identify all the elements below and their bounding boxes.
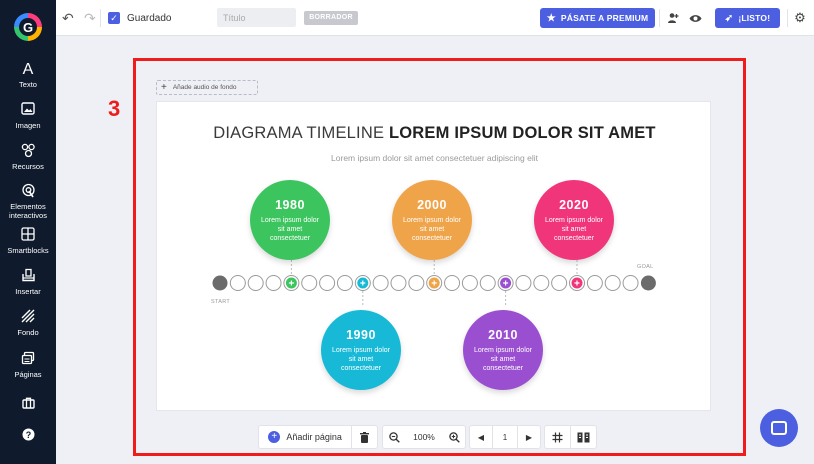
chat-button[interactable]	[760, 409, 798, 447]
page-actions-bar: + Añadir página	[258, 425, 378, 449]
undo-icon: ↶	[62, 9, 74, 26]
redo-icon: ↷	[84, 9, 96, 26]
sidebar-item-label: Fondo	[17, 328, 39, 337]
premium-button[interactable]: ★ PÁSATE A PREMIUM	[540, 8, 655, 28]
pages-icon	[0, 351, 56, 369]
sidebar-item-help[interactable]: ?	[0, 428, 56, 446]
arrow-left-icon: ◀	[477, 432, 485, 442]
page-number: 1	[502, 432, 508, 442]
divider	[787, 9, 788, 27]
help-icon: ?	[0, 428, 56, 446]
chat-icon	[771, 421, 787, 435]
undo-button[interactable]: ↶	[62, 0, 74, 36]
divider	[659, 9, 660, 27]
add-user-icon	[668, 13, 679, 23]
grid-toggle-button[interactable]	[545, 425, 570, 449]
grid-icon	[552, 432, 563, 442]
add-page-button[interactable]: + Añadir página	[259, 425, 351, 449]
sidebar-item-label: Recursos	[12, 162, 44, 171]
zoom-in-icon	[448, 431, 460, 443]
ready-button[interactable]: ➶ ¡LISTO!	[715, 8, 780, 28]
share-user-button[interactable]	[665, 0, 681, 36]
sidebar-item-label: Páginas	[14, 370, 42, 379]
divider	[100, 9, 101, 27]
eye-icon	[689, 14, 701, 22]
sidebar-item-label: Smartblocks	[7, 246, 49, 255]
logo-mark: G	[23, 20, 34, 35]
title-input[interactable]	[217, 8, 296, 27]
smartblocks-icon	[0, 227, 56, 245]
image-icon	[0, 102, 56, 120]
ready-label: ¡LISTO!	[738, 13, 771, 23]
sidebar-item-interactive[interactable]: Elementos interactivos	[0, 183, 56, 220]
zoom-level: 100%	[413, 432, 435, 442]
sidebar: G A Texto Imagen Recursos Elementos inte…	[0, 0, 56, 464]
preview-button[interactable]	[687, 0, 703, 36]
zoom-bar: 100%	[382, 425, 466, 449]
view-options-bar	[544, 425, 597, 449]
sidebar-item-label: Imagen	[15, 121, 41, 130]
settings-button[interactable]: ⚙	[792, 0, 808, 36]
insert-icon	[0, 268, 56, 286]
sidebar-item-smartblocks[interactable]: Smartblocks	[0, 227, 56, 255]
sidebar-item-label: Insertar	[15, 287, 41, 296]
add-icon: +	[268, 431, 281, 443]
sidebar-item-background[interactable]: Fondo	[0, 309, 56, 337]
sidebar-item-briefcase[interactable]	[0, 396, 56, 414]
sidebar-item-text[interactable]: A Texto	[0, 61, 56, 89]
background-icon	[0, 309, 56, 327]
save-status: ✓ Guardado	[108, 0, 171, 36]
star-icon: ★	[546, 12, 556, 24]
briefcase-icon	[0, 396, 56, 414]
columns-icon	[577, 432, 590, 442]
premium-label: PÁSATE A PREMIUM	[560, 13, 649, 23]
sidebar-item-label: Elementos interactivos	[9, 202, 47, 220]
zoom-out-button[interactable]	[383, 425, 405, 449]
gear-icon: ⚙	[794, 10, 806, 25]
draft-badge: BORRADOR	[304, 11, 358, 25]
interactive-icon	[0, 183, 56, 201]
zoom-out-icon	[388, 431, 400, 443]
pagination-bar: ◀ 1 ▶	[469, 425, 541, 449]
redo-button[interactable]: ↷	[84, 0, 96, 36]
saved-label: Guardado	[127, 12, 172, 24]
sidebar-item-insert[interactable]: Insertar	[0, 268, 56, 296]
top-bar: ↶ ↷ ✓ Guardado BORRADOR ★ PÁSATE A PREMI…	[56, 0, 814, 36]
resources-icon	[0, 143, 56, 161]
layout-toggle-button[interactable]	[571, 425, 596, 449]
step-number: 3	[108, 96, 121, 121]
zoom-in-button[interactable]	[443, 425, 465, 449]
sidebar-item-image[interactable]: Imagen	[0, 102, 56, 130]
svg-text:?: ?	[25, 430, 31, 440]
checkbox-checked-icon: ✓	[108, 12, 120, 24]
highlight-frame	[133, 58, 746, 456]
add-page-label: Añadir página	[286, 432, 342, 442]
prev-page-button[interactable]: ◀	[470, 425, 492, 449]
sidebar-item-label: Texto	[19, 80, 37, 89]
next-page-button[interactable]: ▶	[518, 425, 540, 449]
delete-page-button[interactable]	[352, 425, 377, 449]
rocket-icon: ➶	[724, 12, 734, 24]
text-icon: A	[22, 61, 34, 78]
sidebar-item-resources[interactable]: Recursos	[0, 143, 56, 171]
logo[interactable]: G	[14, 13, 42, 41]
editor-app: G A Texto Imagen Recursos Elementos inte…	[0, 0, 814, 464]
trash-icon	[360, 431, 370, 443]
arrow-right-icon: ▶	[525, 432, 533, 442]
sidebar-item-pages[interactable]: Páginas	[0, 351, 56, 379]
